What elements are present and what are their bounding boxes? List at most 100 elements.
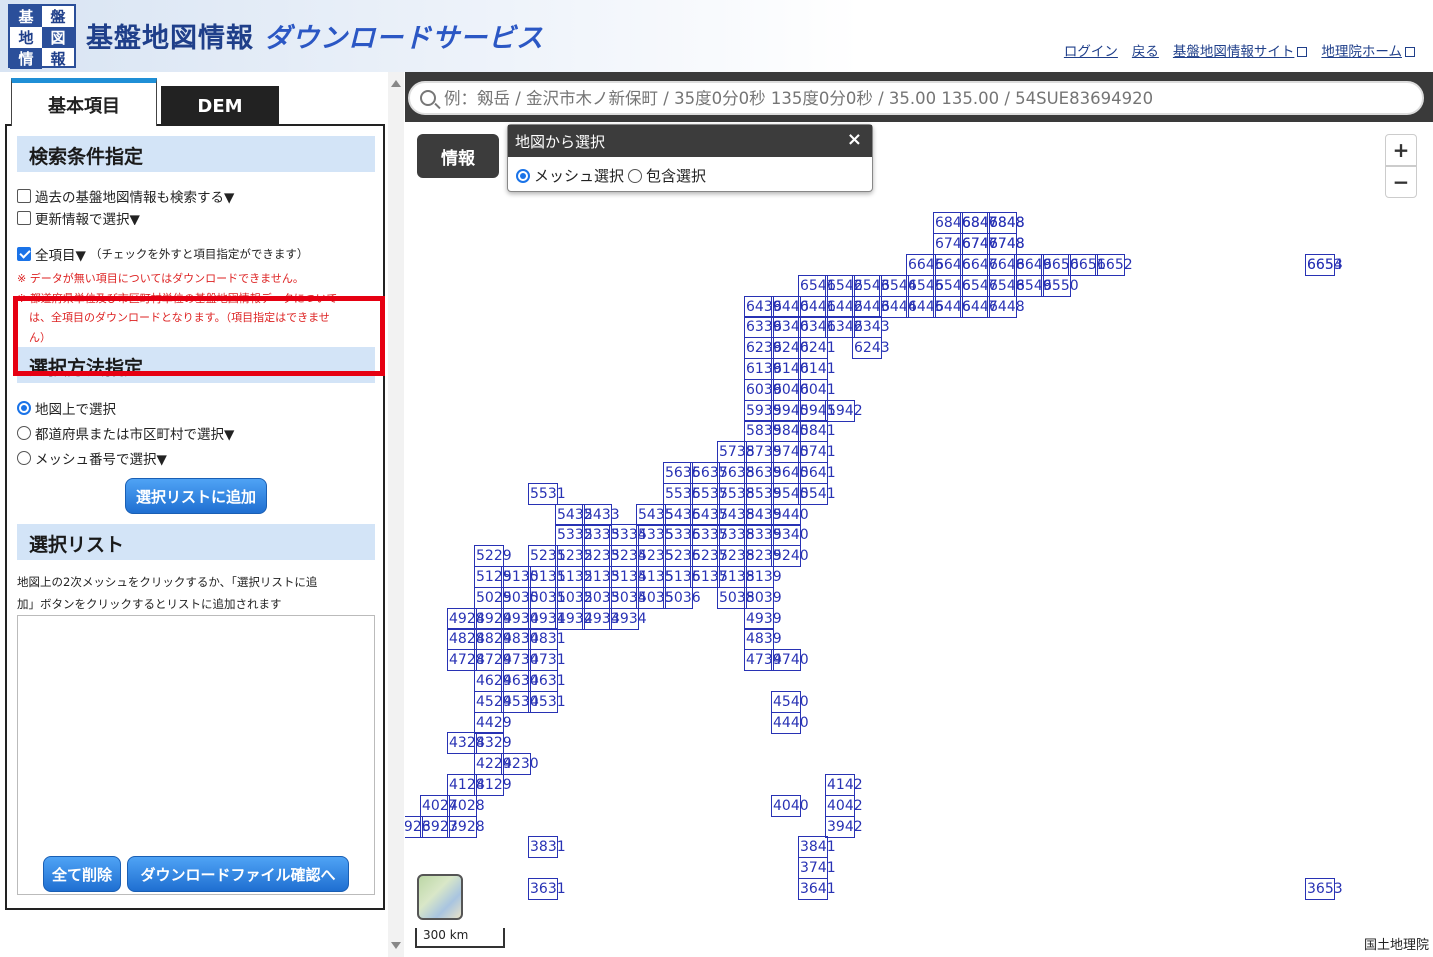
mesh-cell[interactable]: 6547 <box>960 275 998 297</box>
mesh-cell[interactable]: 6442 <box>825 296 863 318</box>
mesh-cell[interactable]: 5440 <box>771 504 809 526</box>
mesh-cell[interactable]: 5439 <box>744 504 782 526</box>
mesh-cell[interactable]: 5438 <box>717 504 755 526</box>
mesh-cell[interactable]: 5237 <box>690 545 728 567</box>
mesh-cell[interactable]: 6040 <box>771 379 809 401</box>
mesh-cell[interactable]: 4540 <box>771 691 809 713</box>
mesh-cell[interactable]: 5641 <box>798 462 836 484</box>
mesh-cell[interactable]: 5540 <box>771 483 809 505</box>
mesh-cell[interactable]: 6445 <box>906 296 944 318</box>
mesh-cell[interactable]: 6645 <box>906 254 944 276</box>
mesh-cell[interactable]: 4740 <box>771 649 809 671</box>
mesh-cell[interactable]: 5231 <box>528 545 566 567</box>
mesh-cell[interactable]: 6341 <box>798 316 836 338</box>
mesh-cell[interactable]: 4529 <box>474 691 512 713</box>
mesh-cell[interactable]: 5435 <box>636 504 674 526</box>
mesh-cell[interactable]: 6543 <box>852 275 890 297</box>
mesh-cell[interactable]: 5739 <box>744 441 782 463</box>
method-map-row[interactable]: 地図上で選択 <box>17 398 116 418</box>
site-logo[interactable]: 基 盤 地 図 情 報 <box>8 4 76 69</box>
mesh-cell[interactable]: 6340 <box>771 316 809 338</box>
mesh-cell[interactable]: 6441 <box>798 296 836 318</box>
selection-list-box[interactable] <box>17 615 375 895</box>
tab-basic-items[interactable]: 基本項目 <box>11 78 157 126</box>
mesh-cell[interactable]: 5229 <box>474 545 512 567</box>
mesh-cell[interactable]: 6339 <box>744 316 782 338</box>
mesh-cell[interactable]: 5541 <box>798 483 836 505</box>
clear-all-button[interactable]: 全て削除 <box>43 856 121 892</box>
mesh-cell[interactable]: 6140 <box>771 358 809 380</box>
mesh-cell[interactable]: 6848 <box>987 212 1025 234</box>
mesh-cell[interactable]: 5130 <box>501 566 539 588</box>
mesh-cell[interactable]: 5136 <box>663 566 701 588</box>
all-items-row[interactable]: 全項目▼ （チェックを外すと項目指定ができます） <box>17 244 308 264</box>
mesh-cell[interactable]: 5138 <box>717 566 755 588</box>
mesh-cell[interactable]: 5536 <box>663 483 701 505</box>
mesh-cell[interactable]: 5640 <box>771 462 809 484</box>
mesh-cell[interactable]: 4728 <box>447 649 485 671</box>
mesh-cell[interactable]: 4730 <box>501 649 539 671</box>
mesh-cell[interactable]: 4040 <box>771 795 809 817</box>
method-mesh-row[interactable]: メッシュ番号で選択▼ <box>17 448 167 468</box>
mesh-cell[interactable]: 6541 <box>798 275 836 297</box>
mesh-cell[interactable]: 5941 <box>798 400 836 422</box>
mesh-cell[interactable]: 5338 <box>717 524 755 546</box>
mesh-cell[interactable]: 5333 <box>582 524 620 546</box>
mesh-cell[interactable]: 4930 <box>501 608 539 630</box>
mesh-cell[interactable]: 6239 <box>744 337 782 359</box>
mesh-cell[interactable]: 3927 <box>420 816 458 838</box>
mesh-cell[interactable]: 6747 <box>960 233 998 255</box>
mesh-select-radio[interactable] <box>516 168 530 183</box>
mesh-cell[interactable]: 5538 <box>717 483 755 505</box>
mesh-cell[interactable]: 6549 <box>1014 275 1052 297</box>
mesh-cell[interactable]: 4328 <box>447 732 485 754</box>
panel-scrollbar[interactable] <box>388 72 404 957</box>
mesh-cell[interactable]: 5740 <box>771 441 809 463</box>
mesh-cell[interactable]: 5035 <box>636 587 674 609</box>
mesh-cell[interactable]: 6548 <box>987 275 1025 297</box>
mesh-cell[interactable]: 6746 <box>933 233 971 255</box>
close-icon[interactable]: × <box>847 129 862 150</box>
mesh-cell[interactable]: 4630 <box>501 670 539 692</box>
method-mesh-radio[interactable] <box>17 451 31 465</box>
mesh-cell[interactable]: 5436 <box>663 504 701 526</box>
mesh-cell[interactable]: 5636 <box>663 462 701 484</box>
method-pref-row[interactable]: 都道府県または市区町村で選択▼ <box>17 423 234 443</box>
info-button[interactable]: 情報 <box>417 134 499 178</box>
mesh-cell[interactable]: 3631 <box>528 878 566 900</box>
mesh-cell[interactable]: 6652 <box>1095 254 1133 276</box>
mesh-cell[interactable]: 5139 <box>744 566 782 588</box>
mesh-cell[interactable]: 5841 <box>798 420 836 442</box>
past-data-row[interactable]: 過去の基盤地図情報も検索する▼ <box>17 186 234 206</box>
method-map-radio[interactable] <box>17 401 31 415</box>
mesh-cell[interactable]: 4229 <box>474 753 512 775</box>
update-info-row[interactable]: 更新情報で選択▼ <box>17 211 140 225</box>
mesh-cell[interactable]: 4931 <box>528 608 566 630</box>
mesh-cell[interactable]: 5741 <box>798 441 836 463</box>
mesh-cell[interactable]: 5940 <box>771 400 809 422</box>
mesh-cell[interactable]: 3741 <box>798 857 836 879</box>
mesh-cell[interactable]: 5334 <box>609 524 647 546</box>
mesh-cell[interactable]: 5133 <box>582 566 620 588</box>
mesh-cell[interactable]: 4429 <box>474 712 512 734</box>
mesh-cell[interactable]: 6647 <box>960 254 998 276</box>
mesh-cell[interactable]: 4828 <box>447 628 485 650</box>
map-view[interactable]: 6846 6847 6848 6847 6848 6746 6747 6748 6747 6748… <box>405 72 1433 957</box>
mesh-cell[interactable]: 5236 <box>663 545 701 567</box>
mesh-cell[interactable]: 6646 <box>933 254 971 276</box>
mesh-cell[interactable]: 6439 <box>744 296 782 318</box>
mesh-cell[interactable]: 5030 <box>501 587 539 609</box>
fgd-site-link[interactable]: 基盤地図情報サイト <box>1173 44 1295 60</box>
basemap-thumbnail[interactable] <box>417 874 463 920</box>
mesh-cell[interactable]: 4329 <box>474 732 512 754</box>
mesh-cell[interactable]: 5531 <box>528 483 566 505</box>
mesh-cell[interactable]: 5639 <box>744 462 782 484</box>
mesh-cell[interactable]: 5942 <box>825 400 863 422</box>
mesh-cell[interactable]: 4934 <box>609 608 647 630</box>
mesh-cell[interactable]: 5839 <box>744 420 782 442</box>
mesh-cell[interactable]: 6847 <box>960 212 998 234</box>
mesh-cell[interactable]: 6342 <box>825 316 863 338</box>
mesh-cell[interactable]: 3641 <box>798 878 836 900</box>
search-box[interactable] <box>408 81 1424 115</box>
mesh-cell[interactable]: 5437 <box>690 504 728 526</box>
